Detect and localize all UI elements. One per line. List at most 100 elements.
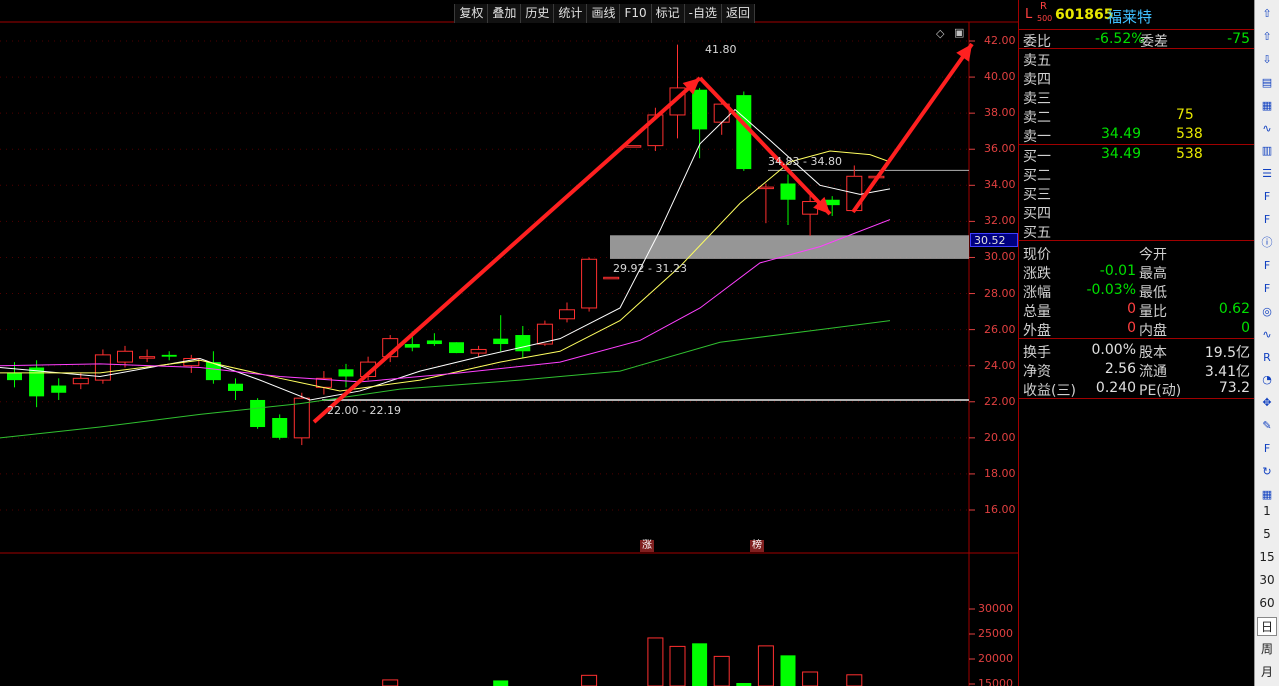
down-outline-icon[interactable]: ⇩ (1257, 50, 1277, 69)
price-tick-label: 38.00 (984, 106, 1016, 120)
candle-body (228, 383, 243, 391)
table-icon[interactable]: ▤ (1257, 73, 1277, 92)
volume-bar (669, 645, 686, 686)
fundamentals: 换手 0.00% 股本 19.5亿 净资 2.56 流通 3.41亿 收益(三) 0.240 PE(… (1019, 339, 1254, 399)
toolbar-button-1[interactable]: 叠加 (488, 4, 522, 23)
candle-body (426, 340, 442, 345)
stat-label-2: 量比 (1139, 304, 1167, 320)
price-tick-label: 18.00 (984, 466, 1016, 480)
toolbar-button-0[interactable]: 复权 (454, 4, 489, 23)
chart-toolbar: 复权 叠加 历史 统计 画线 F10 标记 -自选 返回 (454, 4, 755, 23)
chart-canvas[interactable] (0, 0, 1018, 686)
fund-label-2: 股本 (1139, 345, 1167, 361)
buy-row: 买四 (1019, 202, 1254, 222)
stock-name[interactable]: 福莱特 (1107, 6, 1152, 27)
pie-icon[interactable]: ◔ (1257, 370, 1277, 389)
buy-volume: 538 (1176, 146, 1203, 162)
period-button[interactable]: 15 (1257, 548, 1277, 567)
volume-bar (780, 655, 796, 686)
period-button[interactable]: 5 (1257, 525, 1277, 544)
stat-row: 涨跌 -0.01 最高 (1019, 262, 1254, 282)
pen-icon[interactable]: ✎ (1257, 416, 1277, 435)
kline-chart[interactable]: 复权 叠加 历史 统计 画线 F10 标记 -自选 返回 ◇ ▣ 42.00 40.00 38.00… (0, 0, 1018, 686)
candle-body (7, 372, 22, 381)
zone-low-label: 22.00 - 22.19 (327, 404, 401, 417)
buy-row: 买一 34.49 538 (1019, 145, 1254, 165)
volume-tick-label: 20000 (978, 652, 1013, 665)
stat-label: 现价 (1023, 247, 1051, 263)
limit-up-tag[interactable]: 涨 (640, 540, 654, 552)
sell-volume: 538 (1176, 126, 1203, 142)
f12-icon[interactable]: F (1257, 256, 1277, 275)
price-tick-label: 36.00 (984, 142, 1016, 156)
right-toolbar: ⇧ ⇧ ⇩ ▤ ▦ ∿ ▥ ☰ F Fⓘ F F ◎ ∿ R ◔ ✥ ✎ F ↻ ▦ 1 5 15 30 60 日周月 (1254, 0, 1279, 686)
sell-row: 卖二 75 (1019, 106, 1254, 126)
candle-body (625, 145, 642, 148)
candle-body (139, 356, 156, 359)
buy-row: 买二 (1019, 164, 1254, 184)
stat-value-2: 0.62 (1218, 301, 1250, 317)
period-button[interactable]: 日 (1257, 617, 1277, 636)
candle-body (404, 344, 420, 348)
period-button[interactable]: 60 (1257, 594, 1277, 613)
move-icon[interactable]: ✥ (1257, 393, 1277, 412)
candle-body (72, 377, 89, 385)
fund-label-2: 流通 (1139, 364, 1167, 380)
f10-alt-icon[interactable]: F (1257, 279, 1277, 298)
candle-body (559, 309, 575, 320)
fund-row: 收益(三) 0.240 PE(动) 73.2 (1019, 379, 1254, 399)
volume-bar (846, 674, 863, 686)
toolbar-button-4[interactable]: 画线 (587, 4, 621, 23)
sell-row: 卖三 (1019, 87, 1254, 107)
price-tick-label: 22.00 (984, 394, 1016, 408)
volume-tick-label: 30000 (978, 602, 1013, 615)
grid-icon[interactable]: ▦ (1257, 96, 1277, 115)
sell-row: 卖五 (1019, 49, 1254, 69)
ranking-tag[interactable]: 榜 (750, 540, 764, 552)
weibi-label: 委比 (1023, 34, 1051, 50)
weibi-value: -6.52% (1095, 31, 1145, 47)
line-chart-icon[interactable]: ∿ (1257, 119, 1277, 138)
stat-value-2: 0 (1241, 320, 1250, 336)
price-tick-label: 32.00 (984, 214, 1016, 228)
candle-body (51, 385, 67, 393)
price-tick-label: 30.00 (984, 250, 1016, 264)
fund-value: 0.240 (1095, 380, 1136, 396)
window-icon[interactable]: ▣ (954, 26, 964, 39)
list-icon[interactable]: ☰ (1257, 164, 1277, 183)
candle-body (824, 199, 840, 206)
refresh-icon[interactable]: ↻ (1257, 462, 1277, 481)
sell-label: 卖四 (1023, 72, 1051, 88)
diamond-icon[interactable]: ◇ (936, 27, 944, 40)
candle-body (449, 342, 464, 354)
toolbar-button-5[interactable]: F10 (620, 4, 652, 23)
sell-row: 卖一 34.49 538 (1019, 125, 1254, 145)
volume-tick-label: 15000 (978, 677, 1013, 686)
up-arrow-icon[interactable]: ⇧ (1257, 4, 1277, 23)
candle-body (692, 89, 708, 130)
kline-icon[interactable]: ▥ (1257, 141, 1277, 160)
period-button[interactable]: 周 (1257, 640, 1277, 659)
up-outline-icon[interactable]: ⇧ (1257, 27, 1277, 46)
toolbar-button-2[interactable]: 历史 (521, 4, 555, 23)
toolbar-button-8[interactable]: 返回 (721, 4, 755, 23)
f-icon[interactable]: F (1257, 210, 1277, 229)
ring-icon[interactable]: ◎ (1257, 302, 1277, 321)
toolbar-button-7[interactable]: -自选 (684, 4, 722, 23)
trend-arrow-rebound (851, 42, 974, 214)
toolbar-button-6[interactable]: 标记 (651, 4, 685, 23)
info-icon[interactable]: ⓘ (1257, 233, 1277, 252)
period-button[interactable]: 30 (1257, 571, 1277, 590)
rsi-icon[interactable]: R (1257, 348, 1277, 367)
stock-code[interactable]: 601865 (1055, 7, 1113, 23)
buy-label: 买一 (1023, 149, 1051, 165)
quote-panel: L R 500 601865 福莱特 委比 -6.52% 委差 -75 卖五 卖四… (1018, 0, 1254, 686)
stat-label: 涨跌 (1023, 266, 1051, 282)
wave-icon[interactable]: ∿ (1257, 325, 1277, 344)
stat-label-2: 内盘 (1139, 323, 1167, 339)
period-button[interactable]: 月 (1257, 663, 1277, 682)
f5-icon[interactable]: F (1257, 439, 1277, 458)
toolbar-button-3[interactable]: 统计 (554, 4, 588, 23)
period-button[interactable]: 1 (1257, 502, 1277, 521)
f10-icon[interactable]: F (1257, 187, 1277, 206)
